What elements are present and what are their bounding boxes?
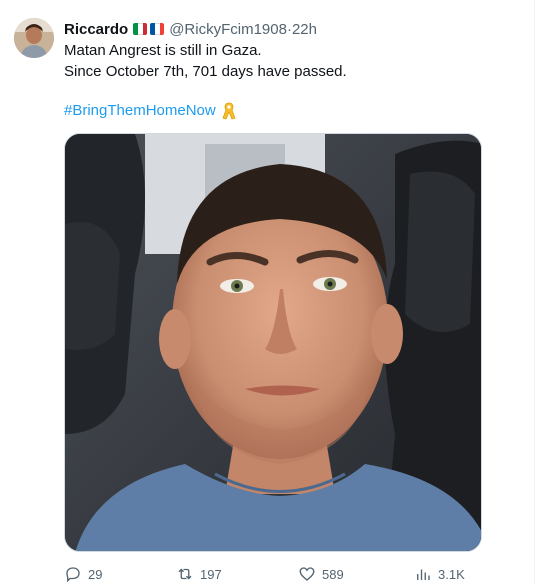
reply-icon — [66, 567, 80, 583]
france-flag-icon — [150, 23, 165, 35]
author-handle[interactable]: @RickyFcim1908 — [169, 21, 287, 38]
tweet-text: Matan Angrest is still in Gaza. Since Oc… — [64, 40, 347, 82]
heart-icon — [299, 567, 315, 581]
retweet-icon — [178, 568, 192, 580]
hashtag-line: #BringThemHomeNow — [64, 100, 236, 121]
views-button[interactable]: 3.1K — [414, 562, 465, 586]
tweet-card[interactable]: Riccardo @RickyFcim1908 · 22h Matan Angr… — [0, 0, 535, 585]
avatar-image — [14, 18, 54, 58]
tweet-header: Riccardo @RickyFcim1908 · 22h — [64, 19, 317, 39]
retweet-count: 197 — [200, 566, 222, 582]
yellow-ribbon-icon — [222, 102, 236, 120]
like-button[interactable]: 589 — [298, 562, 344, 586]
tweet-actions: 29 197 589 3.1K — [64, 562, 524, 586]
tweet-photo[interactable] — [64, 133, 482, 552]
timestamp[interactable]: 22h — [292, 21, 317, 38]
retweet-button[interactable]: 197 — [176, 562, 222, 586]
like-count: 589 — [322, 566, 344, 582]
italy-flag-icon — [133, 23, 148, 35]
tweet-line-1: Matan Angrest is still in Gaza. — [64, 42, 262, 59]
reply-count: 29 — [88, 566, 103, 582]
tweet-line-2: Since October 7th, 701 days have passed. — [64, 63, 347, 80]
selfie-photo — [65, 134, 481, 551]
flags — [133, 23, 165, 35]
reply-button[interactable]: 29 — [64, 562, 102, 586]
views-count: 3.1K — [438, 566, 465, 582]
hashtag-link[interactable]: #BringThemHomeNow — [64, 100, 216, 121]
views-chart-icon — [417, 569, 430, 580]
avatar[interactable] — [14, 18, 54, 58]
author-name[interactable]: Riccardo — [64, 21, 128, 38]
